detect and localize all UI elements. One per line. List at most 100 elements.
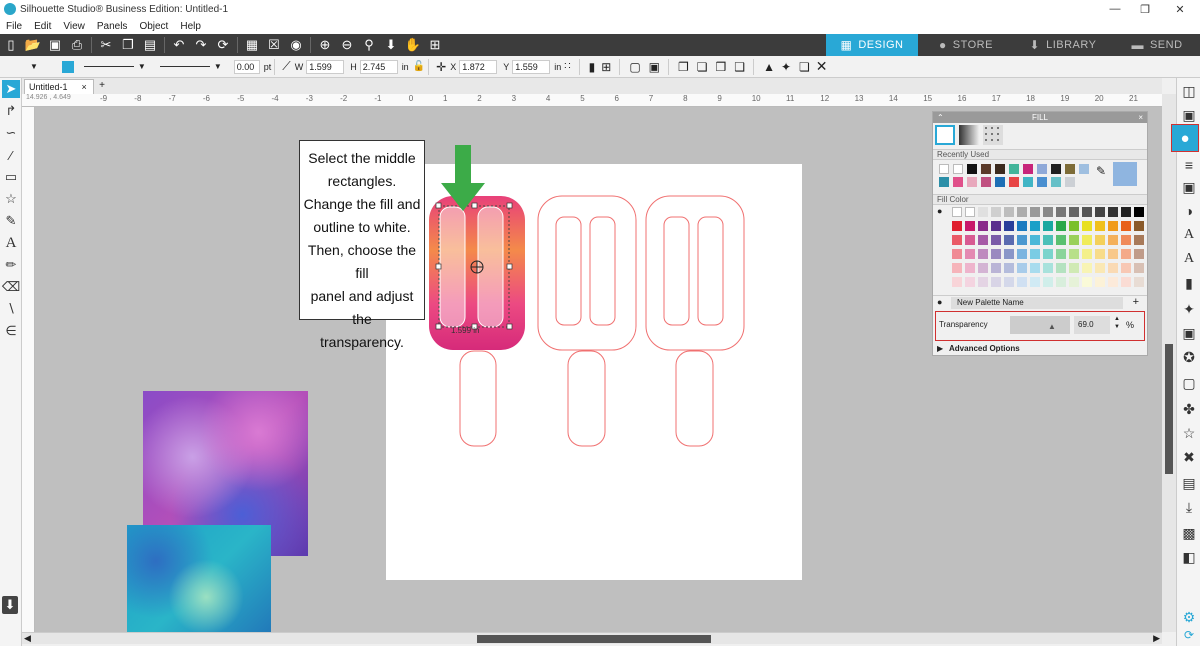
line-color-icon[interactable]: ◑ bbox=[1180, 202, 1198, 220]
palette-color-swatch[interactable] bbox=[1108, 207, 1118, 217]
menu-edit[interactable]: Edit bbox=[34, 21, 51, 32]
advanced-options-row[interactable]: ▶ Advanced Options bbox=[933, 341, 1147, 355]
cut-icon[interactable]: ✂ bbox=[97, 36, 115, 54]
open-folder-icon[interactable]: 📂 bbox=[24, 36, 42, 54]
palette-color-swatch[interactable] bbox=[1030, 277, 1040, 287]
palette-color-swatch[interactable] bbox=[1056, 277, 1066, 287]
current-color-swatch[interactable] bbox=[1113, 162, 1137, 186]
palette-color-swatch[interactable] bbox=[952, 235, 962, 245]
select-arrow-icon[interactable]: ➤ bbox=[2, 80, 20, 98]
palette-color-swatch[interactable] bbox=[1134, 249, 1144, 259]
palette-color-swatch[interactable] bbox=[1108, 263, 1118, 273]
palette-color-swatch[interactable] bbox=[1017, 207, 1027, 217]
send-panel-icon[interactable]: ▣ bbox=[1180, 106, 1198, 124]
width-field[interactable]: 1.599 bbox=[306, 59, 345, 74]
line-tool-icon[interactable]: ∕ bbox=[2, 146, 20, 164]
document-tab[interactable]: Untitled-1 × bbox=[24, 79, 94, 94]
menu-panels[interactable]: Panels bbox=[97, 21, 128, 32]
library-panel-icon[interactable]: ▩ bbox=[1180, 524, 1198, 542]
recent-color-swatch[interactable] bbox=[1009, 164, 1019, 174]
redo-icon[interactable]: ↷ bbox=[192, 36, 210, 54]
palette-color-swatch[interactable] bbox=[1004, 221, 1014, 231]
popsicle-3-body[interactable] bbox=[645, 195, 745, 351]
rectangle-tool-icon[interactable]: ▭ bbox=[2, 168, 20, 186]
scroll-right-icon[interactable]: ▶ bbox=[1153, 633, 1160, 644]
page-setup-icon[interactable]: ◫ bbox=[1180, 82, 1198, 100]
point-edit-icon[interactable]: ↱ bbox=[2, 102, 20, 120]
close-tab-icon[interactable]: × bbox=[82, 82, 87, 92]
print-cut-icon[interactable]: ◧ bbox=[1180, 548, 1198, 566]
line-cap-preview[interactable] bbox=[159, 66, 210, 67]
transparency-slider[interactable]: ▲ bbox=[1010, 316, 1070, 334]
palette-color-swatch[interactable] bbox=[1082, 235, 1092, 245]
eraser-tool-icon[interactable]: ⌫ bbox=[2, 278, 20, 296]
palette-color-swatch[interactable] bbox=[1095, 263, 1105, 273]
transparency-value-field[interactable]: 69.0 bbox=[1074, 316, 1110, 334]
expand-advanced-icon[interactable]: ▶ bbox=[937, 344, 943, 353]
palette-color-swatch[interactable] bbox=[991, 221, 1001, 231]
palette-color-swatch[interactable] bbox=[978, 277, 988, 287]
line-style-preview[interactable] bbox=[83, 66, 134, 67]
center-icon[interactable]: ⊞ bbox=[601, 60, 611, 74]
popsicle-1-inner-left[interactable] bbox=[439, 206, 466, 328]
align-panel-icon[interactable]: ▮ bbox=[1180, 274, 1198, 292]
print-icon[interactable]: ⎙ bbox=[68, 36, 86, 54]
palette-color-swatch[interactable] bbox=[1043, 207, 1053, 217]
recent-color-swatch[interactable] bbox=[995, 177, 1005, 187]
palette-color-swatch[interactable] bbox=[1030, 263, 1040, 273]
palette-color-swatch[interactable] bbox=[1056, 235, 1066, 245]
recent-color-swatch[interactable] bbox=[1065, 164, 1075, 174]
popsicle-2-inner-right[interactable] bbox=[589, 216, 616, 326]
palette-color-swatch[interactable] bbox=[1134, 235, 1144, 245]
recent-color-swatch[interactable] bbox=[1037, 177, 1047, 187]
popsicle-2-body[interactable] bbox=[537, 195, 637, 351]
group-icon[interactable]: ▢ bbox=[629, 60, 640, 74]
line-color-swatch[interactable] bbox=[61, 60, 74, 73]
3d-box-icon[interactable]: ❏ bbox=[799, 60, 810, 74]
knife-tool-icon[interactable]: ∖ bbox=[2, 300, 20, 318]
pattern-panel-icon[interactable]: ⤓ bbox=[1180, 498, 1198, 516]
palette-color-swatch[interactable] bbox=[1069, 249, 1079, 259]
refresh-icon[interactable]: ⟳ bbox=[214, 36, 232, 54]
recent-color-swatch[interactable] bbox=[967, 164, 977, 174]
delete-x-icon[interactable]: ✕ bbox=[816, 58, 828, 75]
fill-panel-button[interactable]: ● bbox=[1171, 124, 1199, 152]
palette-color-swatch[interactable] bbox=[965, 235, 975, 245]
palette-color-swatch[interactable] bbox=[1082, 249, 1092, 259]
popsicle-2-inner-left[interactable] bbox=[555, 216, 582, 326]
palette-color-swatch[interactable] bbox=[1043, 277, 1053, 287]
add-tab-button[interactable]: + bbox=[96, 80, 108, 92]
y-position-field[interactable]: 1.559 bbox=[512, 59, 551, 74]
tab-send[interactable]: ▬ SEND bbox=[1114, 34, 1200, 56]
align-icon[interactable]: ▮ bbox=[589, 60, 596, 74]
palette-color-swatch[interactable] bbox=[1095, 249, 1105, 259]
recent-color-swatch[interactable] bbox=[981, 177, 991, 187]
popsicle-2-stick[interactable] bbox=[567, 350, 606, 447]
palette-color-swatch[interactable] bbox=[978, 235, 988, 245]
palette-color-swatch[interactable] bbox=[952, 249, 962, 259]
palette-color-swatch[interactable] bbox=[952, 207, 962, 217]
maximize-button[interactable]: ❐ bbox=[1130, 0, 1160, 18]
deselect-icon[interactable]: ☒ bbox=[265, 36, 283, 54]
fill-pattern-icon[interactable]: ▣ bbox=[1180, 178, 1198, 196]
text-style-icon[interactable]: A bbox=[1180, 250, 1198, 268]
transparency-spinner-icon[interactable]: ▲ ▼ bbox=[1114, 315, 1120, 331]
palette-color-swatch[interactable] bbox=[1017, 249, 1027, 259]
palette-color-swatch[interactable] bbox=[1069, 207, 1079, 217]
trace-icon[interactable]: ✤ bbox=[1180, 400, 1198, 418]
palette-color-swatch[interactable] bbox=[1056, 249, 1066, 259]
palette-color-swatch[interactable] bbox=[1121, 221, 1131, 231]
palette-color-swatch[interactable] bbox=[965, 221, 975, 231]
recent-color-swatch[interactable] bbox=[939, 164, 949, 174]
line-cap-dropdown-icon[interactable]: ▼ bbox=[214, 62, 222, 71]
palette-color-swatch[interactable] bbox=[965, 207, 975, 217]
palette-color-swatch[interactable] bbox=[991, 249, 1001, 259]
palette-color-swatch[interactable] bbox=[1043, 249, 1053, 259]
palette-color-swatch[interactable] bbox=[1082, 277, 1092, 287]
recent-color-swatch[interactable] bbox=[953, 164, 963, 174]
palette-color-swatch[interactable] bbox=[1069, 221, 1079, 231]
recent-color-swatch[interactable] bbox=[1051, 177, 1061, 187]
pattern-fill-tab[interactable] bbox=[983, 125, 1003, 145]
vertical-scroll-thumb[interactable] bbox=[1165, 344, 1173, 474]
palette-color-swatch[interactable] bbox=[978, 263, 988, 273]
